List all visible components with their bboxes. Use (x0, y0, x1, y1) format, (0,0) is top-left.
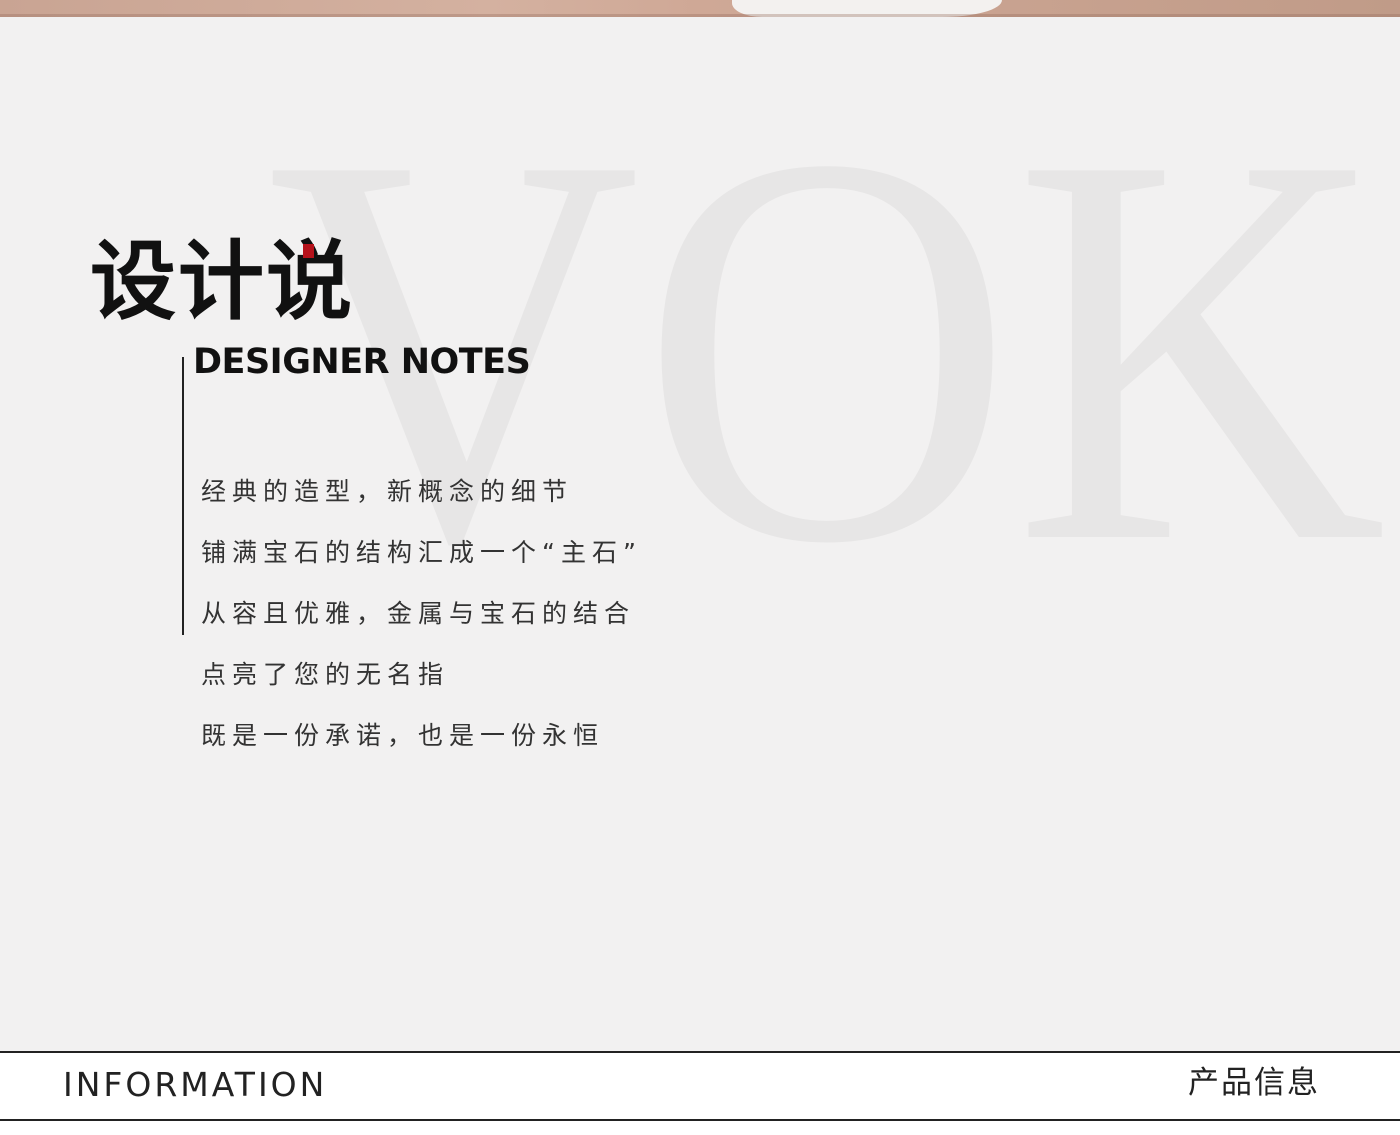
vertical-divider (182, 357, 184, 635)
section-title-en: DESIGNER NOTES (193, 342, 531, 382)
title-accent-mark (303, 244, 314, 258)
top-photo-strip (0, 0, 1400, 17)
note-line: 铺满宝石的结构汇成一个“主石” (201, 538, 642, 567)
note-line: 经典的造型，新概念的细节 (201, 477, 574, 506)
footer-top-rule (0, 1051, 1400, 1053)
designer-notes-text: 经典的造型，新概念的细节 铺满宝石的结构汇成一个“主石” 从容且优雅，金属与宝石… (201, 475, 642, 780)
note-line: 从容且优雅，金属与宝石的结合 (201, 599, 636, 628)
footer-label-cn: 产品信息 (1188, 1065, 1320, 1101)
footer-label-en: INFORMATION (63, 1065, 328, 1104)
note-line: 既是一份承诺，也是一份永恒 (201, 721, 605, 750)
section-title-cn: 设计说 (90, 232, 354, 332)
designer-notes-panel: VOK 设计说 DESIGNER NOTES 经典的造型，新概念的细节 铺满宝石… (0, 17, 1400, 1052)
note-line: 点亮了您的无名指 (201, 660, 450, 689)
footer-bottom-rule (0, 1119, 1400, 1121)
